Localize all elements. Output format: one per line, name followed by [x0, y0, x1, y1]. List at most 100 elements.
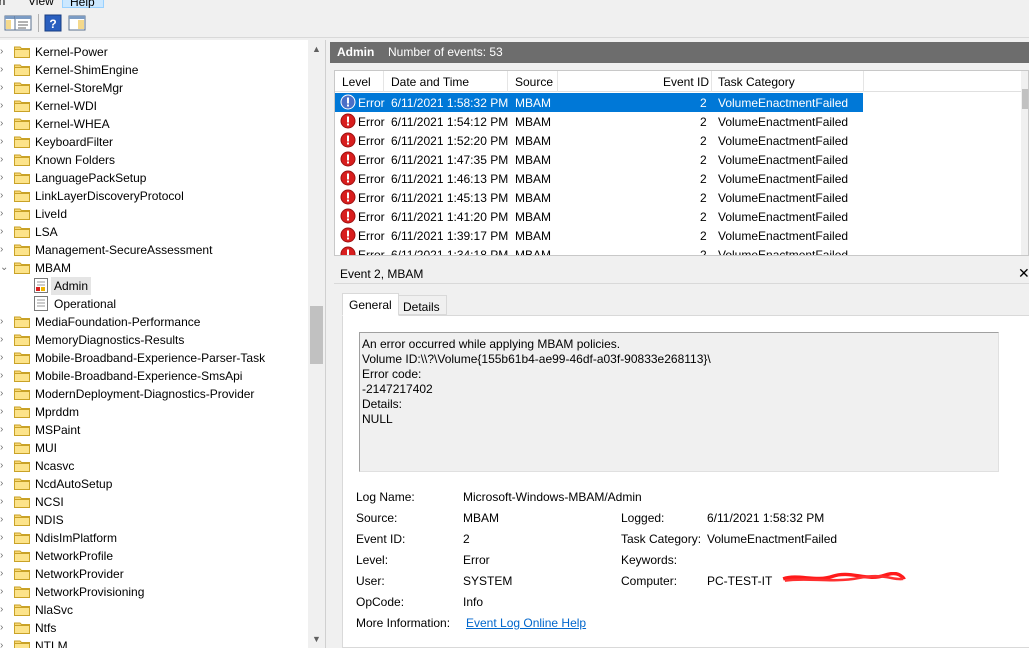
column-separator[interactable] [863, 71, 864, 92]
chevron-right-icon[interactable]: › [0, 370, 10, 382]
chevron-right-icon[interactable]: › [0, 82, 10, 94]
tree-item-kernel-shimengine[interactable]: › Kernel-ShimEngine [0, 61, 308, 79]
tree-item-languagepacksetup[interactable]: › LanguagePackSetup [0, 169, 308, 187]
tree-item-memorydiagnostics-results[interactable]: › MemoryDiagnostics-Results [0, 331, 308, 349]
tree-item-mobile-broadband-experience-parser-task[interactable]: › Mobile-Broadband-Experience-Parser-Task [0, 349, 308, 367]
tree-item-keyboardfilter[interactable]: › KeyboardFilter [0, 133, 308, 151]
tree-item-nlasvc[interactable]: › NlaSvc [0, 601, 308, 619]
chevron-right-icon[interactable]: › [0, 136, 10, 148]
tree-item-ntfs[interactable]: › Ntfs [0, 619, 308, 637]
tree-item-mprddm[interactable]: › Mprddm [0, 403, 308, 421]
chevron-right-icon[interactable]: › [0, 460, 10, 472]
column-header-date[interactable]: Date and Time [391, 75, 469, 89]
tree-item-lsa[interactable]: › LSA [0, 223, 308, 241]
event-row[interactable]: Error 6/11/2021 1:52:20 PM MBAM 2 VolumeEnac… [335, 131, 863, 150]
tree-item-management-secureassessment[interactable]: › Management-SecureAssessment [0, 241, 308, 259]
chevron-right-icon[interactable]: › [0, 46, 10, 58]
tree-item-moderndeployment-diagnostics-provider[interactable]: › ModernDeployment-Diagnostics-Provider [0, 385, 308, 403]
chevron-right-icon[interactable]: › [0, 424, 10, 436]
event-row[interactable]: Error 6/11/2021 1:39:17 PM MBAM 2 VolumeEnac… [335, 226, 863, 245]
tree-item-mbam[interactable]: ⌄ MBAM [0, 259, 308, 277]
help-icon[interactable]: ? [44, 14, 62, 32]
column-header-source[interactable]: Source [515, 75, 553, 89]
column-separator[interactable] [507, 71, 508, 92]
tree-item-ncsi[interactable]: › NCSI [0, 493, 308, 511]
chevron-right-icon[interactable]: › [0, 640, 10, 648]
chevron-right-icon[interactable]: › [0, 496, 10, 508]
chevron-right-icon[interactable]: › [0, 532, 10, 544]
event-row[interactable]: Error 6/11/2021 1:54:12 PM MBAM 2 VolumeEnac… [335, 112, 863, 131]
tree-item-ntlm[interactable]: › NTLM [0, 637, 308, 648]
tree-item-ndisimplatform[interactable]: › NdisImPlatform [0, 529, 308, 547]
tree-item-kernel-wdi[interactable]: › Kernel-WDI [0, 97, 308, 115]
tab-general[interactable]: General [342, 293, 399, 316]
chevron-right-icon[interactable]: › [0, 514, 10, 526]
chevron-right-icon[interactable]: › [0, 388, 10, 400]
event-row[interactable]: Error 6/11/2021 1:47:35 PM MBAM 2 VolumeEnac… [335, 150, 863, 169]
chevron-right-icon[interactable]: › [0, 190, 10, 202]
tree-item-networkprofile[interactable]: › NetworkProfile [0, 547, 308, 565]
events-scrollbar[interactable] [1021, 71, 1028, 255]
chevron-right-icon[interactable]: › [0, 568, 10, 580]
chevron-right-icon[interactable]: › [0, 154, 10, 166]
column-header-task-category[interactable]: Task Category [718, 75, 795, 89]
tree-item-mobile-broadband-experience-smsapi[interactable]: › Mobile-Broadband-Experience-SmsApi [0, 367, 308, 385]
menu-help[interactable]: Help [62, 0, 104, 8]
chevron-right-icon[interactable]: › [0, 550, 10, 562]
chevron-right-icon[interactable]: › [0, 172, 10, 184]
tree-item-kernel-whea[interactable]: › Kernel-WHEA [0, 115, 308, 133]
tree-item-networkprovisioning[interactable]: › NetworkProvisioning [0, 583, 308, 601]
tree-item-mspaint[interactable]: › MSPaint [0, 421, 308, 439]
properties-icon[interactable] [14, 14, 32, 32]
chevron-right-icon[interactable]: › [0, 100, 10, 112]
event-row[interactable]: Error 6/11/2021 1:58:32 PM MBAM 2 VolumeEnac… [335, 93, 863, 112]
event-message-box[interactable]: An error occurred while applying MBAM po… [359, 332, 999, 472]
tree-item-ncdautosetup[interactable]: › NcdAutoSetup [0, 475, 308, 493]
chevron-right-icon[interactable]: › [0, 64, 10, 76]
chevron-right-icon[interactable]: › [0, 586, 10, 598]
tree-item-mui[interactable]: › MUI [0, 439, 308, 457]
event-row[interactable]: Error 6/11/2021 1:41:20 PM MBAM 2 VolumeEnac… [335, 207, 863, 226]
chevron-right-icon[interactable]: › [0, 622, 10, 634]
tree-scrollbar[interactable]: ▲ ▼ [308, 40, 325, 648]
chevron-right-icon[interactable]: › [0, 406, 10, 418]
chevron-right-icon[interactable]: › [0, 604, 10, 616]
column-header-event-id[interactable]: Event ID [663, 75, 709, 89]
tree-item-operational[interactable]: Operational [0, 295, 308, 313]
scroll-up-icon[interactable]: ▲ [312, 44, 321, 54]
menu-file[interactable]: on [0, 0, 5, 8]
chevron-right-icon[interactable]: › [0, 118, 10, 130]
tree-item-ndis[interactable]: › NDIS [0, 511, 308, 529]
chevron-right-icon[interactable]: › [0, 478, 10, 490]
close-icon[interactable]: ✕ [1018, 265, 1029, 282]
tree-item-networkprovider[interactable]: › NetworkProvider [0, 565, 308, 583]
tree-item-kernel-power[interactable]: › Kernel-Power [0, 43, 308, 61]
event-row[interactable]: Error 6/11/2021 1:46:13 PM MBAM 2 VolumeEnac… [335, 169, 863, 188]
events-scroll-thumb[interactable] [1022, 89, 1028, 109]
chevron-right-icon[interactable]: › [0, 244, 10, 256]
tree-scroll-thumb[interactable] [310, 306, 323, 364]
scroll-down-icon[interactable]: ▼ [312, 634, 321, 644]
column-separator[interactable] [711, 71, 712, 92]
chevron-down-icon[interactable]: ⌄ [0, 262, 10, 274]
menu-view[interactable]: View [28, 0, 54, 8]
chevron-right-icon[interactable]: › [0, 226, 10, 238]
tree-item-admin[interactable]: Admin [0, 277, 308, 295]
event-row[interactable]: Error 6/11/2021 1:45:13 PM MBAM 2 VolumeEnac… [335, 188, 863, 207]
event-log-online-help-link[interactable]: Event Log Online Help [466, 616, 586, 630]
action-pane-icon[interactable] [68, 14, 86, 32]
tree-item-linklayerdiscoveryprotocol[interactable]: › LinkLayerDiscoveryProtocol [0, 187, 308, 205]
chevron-right-icon[interactable]: › [0, 334, 10, 346]
chevron-right-icon[interactable]: › [0, 316, 10, 328]
tree-item-kernel-storemgr[interactable]: › Kernel-StoreMgr [0, 79, 308, 97]
tree-item-ncasvc[interactable]: › Ncasvc [0, 457, 308, 475]
event-row[interactable]: Error 6/11/2021 1:34:18 PM MBAM 2 VolumeEnac… [335, 245, 863, 255]
column-separator[interactable] [383, 71, 384, 92]
column-separator[interactable] [557, 71, 558, 92]
tab-details[interactable]: Details [396, 295, 447, 315]
tree-item-mediafoundation-performance[interactable]: › MediaFoundation-Performance [0, 313, 308, 331]
tree-item-liveid[interactable]: › LiveId [0, 205, 308, 223]
chevron-right-icon[interactable]: › [0, 352, 10, 364]
chevron-right-icon[interactable]: › [0, 442, 10, 454]
column-header-level[interactable]: Level [342, 75, 371, 89]
